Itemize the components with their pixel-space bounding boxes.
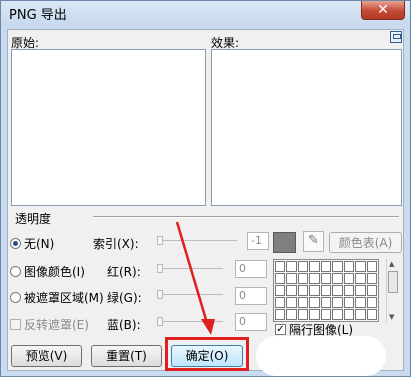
annotation-arrow-icon — [175, 221, 215, 335]
png-export-dialog: PNG 导出 ✕ 原始: 效果: 透明度 无(N) 图像颜色(I) 被遮罩区域(… — [0, 0, 411, 377]
